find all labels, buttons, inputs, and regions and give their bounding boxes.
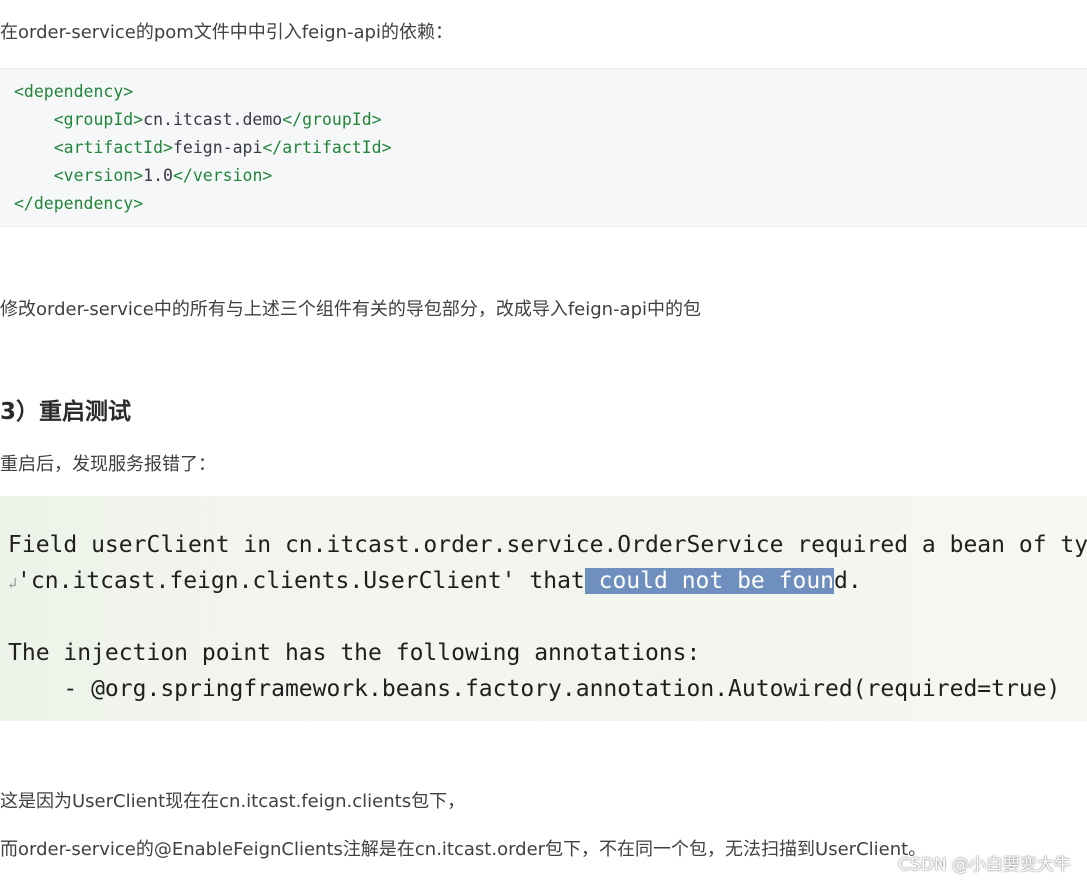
error-line-2-end: d. xyxy=(834,568,862,594)
code-line-5: </dependency> xyxy=(14,193,143,215)
code-line-2: <groupId>cn.itcast.demo</groupId> xyxy=(14,109,382,131)
selected-text: could not be foun xyxy=(584,568,835,594)
code-line-4: <version>1.0</version> xyxy=(14,165,273,187)
error-line-2: ↲'cn.itcast.feign.clients.UserClient' th… xyxy=(8,565,862,599)
version-close-tag: </version> xyxy=(172,166,273,185)
reason-paragraph-2: 而order-service的@EnableFeignClients注解是在cn… xyxy=(0,839,927,860)
csdn-watermark: CSDN @小白要变大牛 xyxy=(898,855,1071,875)
code-line-1: <dependency> xyxy=(14,81,133,103)
artifactid-value: feign-api xyxy=(172,138,263,157)
error-line-1: Field userClient in cn.itcast.order.serv… xyxy=(8,532,1087,558)
artifactid-close-tag: </artifactId> xyxy=(262,138,392,157)
groupid-open-tag: <groupId> xyxy=(53,110,144,129)
artifactid-open-tag: <artifactId> xyxy=(53,138,173,157)
version-open-tag: <version> xyxy=(53,166,144,185)
error-output-panel: Field userClient in cn.itcast.order.serv… xyxy=(0,496,1087,721)
reason-paragraph-1: 这是因为UserClient现在在cn.itcast.feign.clients… xyxy=(0,791,466,812)
error-line-4: - @org.springframework.beans.factory.ann… xyxy=(8,676,1061,702)
error-line-2-start: 'cn.itcast.feign.clients.UserClient' tha… xyxy=(17,568,585,594)
groupid-value: cn.itcast.demo xyxy=(143,110,283,129)
modify-paragraph: 修改order-service中的所有与上述三个组件有关的导包部分，改成导入fe… xyxy=(0,299,702,320)
section-heading: 3）重启测试 xyxy=(0,399,132,425)
pom-code-block: <dependency> <groupId>cn.itcast.demo</gr… xyxy=(0,68,1087,227)
code-line-3: <artifactId>feign-api</artifactId> xyxy=(14,137,392,159)
dependency-close-tag: </dependency> xyxy=(14,194,144,213)
soft-wrap-icon: ↲ xyxy=(8,574,18,592)
intro-paragraph: 在order-service的pom文件中中引入feign-api的依赖： xyxy=(0,22,453,43)
version-value: 1.0 xyxy=(143,166,173,185)
error-line-3: The injection point has the following an… xyxy=(8,640,701,666)
dependency-open-tag: <dependency> xyxy=(14,82,134,101)
groupid-close-tag: </groupId> xyxy=(282,110,382,129)
restart-paragraph: 重启后，发现服务报错了： xyxy=(0,454,216,475)
